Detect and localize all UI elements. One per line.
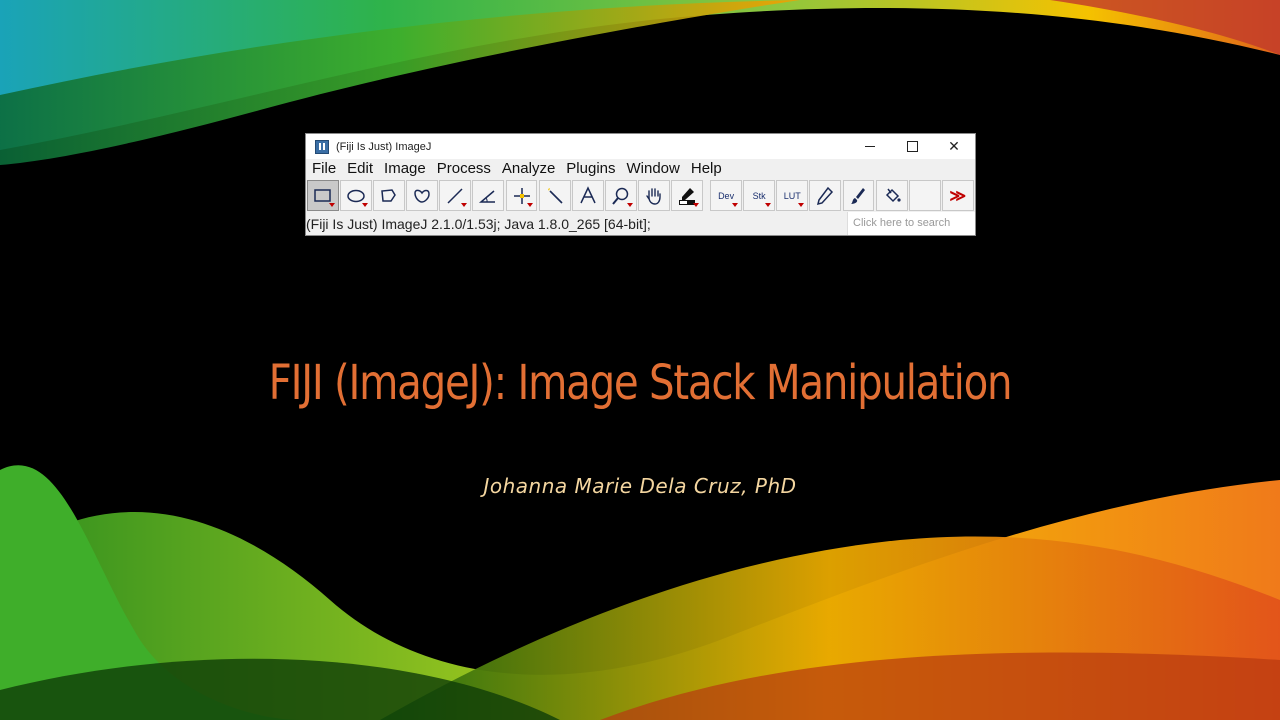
close-icon: ✕ xyxy=(948,138,960,154)
minimize-icon xyxy=(865,146,875,147)
wand-tool[interactable] xyxy=(538,180,571,211)
menu-plugins[interactable]: Plugins xyxy=(566,159,615,179)
paintbrush-icon xyxy=(851,187,866,204)
hand-icon xyxy=(646,187,661,205)
menu-help[interactable]: Help xyxy=(691,159,722,179)
lut-menu-tool[interactable]: LUT xyxy=(776,180,809,211)
zoom-tool[interactable] xyxy=(604,180,637,211)
dropdown-indicator xyxy=(527,203,534,207)
paintbrush-tool[interactable] xyxy=(842,180,875,211)
paint-bucket-icon xyxy=(885,188,901,202)
minimize-button[interactable] xyxy=(849,134,891,159)
status-text: (Fiji Is Just) ImageJ 2.1.0/1.53j; Java … xyxy=(306,215,651,232)
imagej-app-icon xyxy=(315,139,329,154)
stk-menu-tool[interactable]: Stk xyxy=(743,180,776,211)
flood-fill-tool[interactable] xyxy=(875,180,908,211)
tool-bar: Dev Stk LUT ≫ xyxy=(306,179,975,212)
window-title: (Fiji Is Just) ImageJ xyxy=(336,140,432,153)
polygon-icon xyxy=(381,188,397,202)
dev-menu-tool[interactable]: Dev xyxy=(710,180,743,211)
dropdown-indicator xyxy=(362,203,368,207)
empty-tool-slot xyxy=(908,180,941,211)
pencil-tool[interactable] xyxy=(809,180,842,211)
oval-tool[interactable] xyxy=(340,180,372,211)
menu-image[interactable]: Image xyxy=(384,159,426,179)
slide-title: FIJI (ImageJ): Image Stack Manipulation xyxy=(268,355,1013,411)
maximize-icon xyxy=(906,141,918,152)
maximize-button[interactable] xyxy=(891,134,933,159)
dropdown-indicator xyxy=(626,203,633,207)
dropdown-indicator xyxy=(328,203,335,207)
more-tools-button[interactable]: ≫ xyxy=(941,180,974,211)
angle-tool[interactable] xyxy=(472,180,505,211)
imagej-window: (Fiji Is Just) ImageJ ✕ File Edit Image … xyxy=(305,133,976,236)
freehand-icon xyxy=(414,189,430,203)
dropdown-indicator xyxy=(461,203,468,207)
text-tool[interactable] xyxy=(571,180,604,211)
dev-label: Dev xyxy=(718,190,735,201)
magic-wand-icon xyxy=(547,187,563,204)
line-tool[interactable] xyxy=(439,180,472,211)
double-chevron-icon: ≫ xyxy=(949,187,967,205)
pencil-icon xyxy=(817,186,834,205)
dropdown-indicator xyxy=(765,203,772,207)
color-picker-tool[interactable] xyxy=(671,180,703,211)
menu-bar: File Edit Image Process Analyze Plugins … xyxy=(306,159,975,179)
dropdown-indicator xyxy=(732,203,739,207)
freehand-tool[interactable] xyxy=(406,180,439,211)
slide-author: Johanna Marie Dela Cruz, PhD xyxy=(483,474,797,498)
menu-process[interactable]: Process xyxy=(437,159,491,179)
rectangle-tool[interactable] xyxy=(307,180,339,211)
menu-analyze[interactable]: Analyze xyxy=(502,159,555,179)
search-input[interactable]: Click here to search xyxy=(847,212,975,235)
menu-file[interactable]: File xyxy=(312,159,336,179)
menu-window[interactable]: Window xyxy=(627,159,680,179)
hand-tool[interactable] xyxy=(637,180,670,211)
stk-label: Stk xyxy=(752,190,766,201)
point-tool[interactable] xyxy=(505,180,538,211)
close-button[interactable]: ✕ xyxy=(933,134,975,159)
lut-label: LUT xyxy=(783,190,801,201)
menu-edit[interactable]: Edit xyxy=(347,159,373,179)
text-A-icon xyxy=(580,185,596,203)
status-bar: (Fiji Is Just) ImageJ 2.1.0/1.53j; Java … xyxy=(306,212,975,235)
polygon-tool[interactable] xyxy=(373,180,406,211)
dropdown-indicator xyxy=(692,203,699,207)
window-titlebar[interactable]: (Fiji Is Just) ImageJ ✕ xyxy=(306,134,975,159)
dropdown-indicator xyxy=(798,203,805,207)
angle-icon xyxy=(479,189,496,203)
